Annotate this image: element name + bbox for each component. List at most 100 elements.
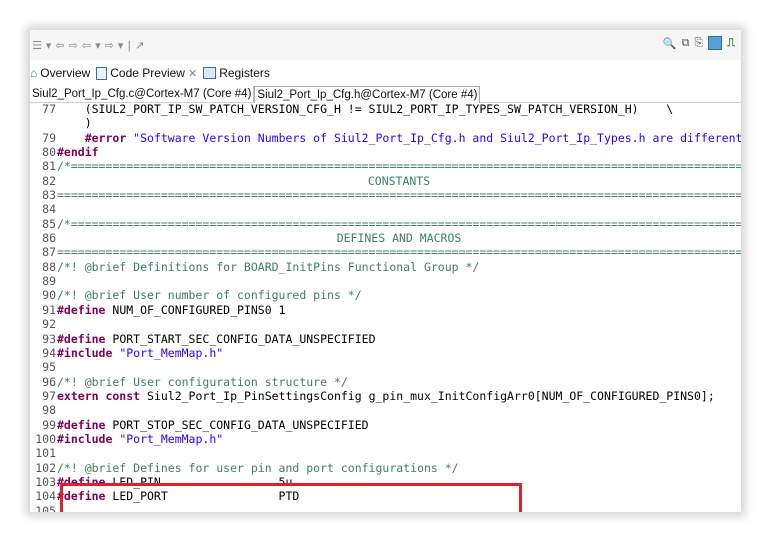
tab-overview[interactable]: ⌂ Overview bbox=[30, 66, 90, 80]
code-line: 88/*! @brief Definitions for BOARD_InitP… bbox=[30, 260, 741, 274]
code-line: 84 bbox=[30, 202, 741, 216]
line-number: 105 bbox=[35, 503, 56, 512]
close-icon[interactable]: ✕ bbox=[188, 67, 197, 80]
code-editor[interactable]: 77 (SIUL2_PORT_IP_SW_PATCH_VERSION_CFG_H… bbox=[30, 102, 741, 512]
toolbar-nav-icon[interactable]: ⇨ bbox=[69, 39, 78, 52]
highlight-box bbox=[60, 483, 522, 512]
file-tab-cfg-c[interactable]: Siul2_Port_Ip_Cfg.c@Cortex-M7 (Core #4) bbox=[30, 86, 255, 102]
toolbar-right-group: 🔍 ⧉ ⎘ ⎍ bbox=[663, 36, 735, 50]
code-keyword: #define bbox=[57, 417, 106, 432]
code-line: 79 #error "Software Version Numbers of S… bbox=[30, 131, 741, 145]
tab-overview-label: Overview bbox=[40, 66, 91, 80]
toolbar-nav-icon[interactable]: ▾ bbox=[46, 39, 52, 52]
code-line: 83 ======================================… bbox=[30, 188, 741, 202]
code-keyword: #define bbox=[57, 302, 106, 317]
view-tabs: ⌂ Overview Code Preview ✕ Registers bbox=[30, 64, 270, 82]
line-number: 87 bbox=[42, 245, 56, 260]
code-text: ) bbox=[57, 116, 741, 130]
code-line: 89 bbox=[30, 274, 741, 288]
line-number: 81 bbox=[42, 159, 56, 174]
code-line: 90/*! @brief User number of configured p… bbox=[30, 288, 741, 302]
line-number: 90 bbox=[42, 288, 56, 303]
grid-icon[interactable] bbox=[708, 36, 723, 50]
code-line: 85/*====================================… bbox=[30, 217, 741, 231]
code-line: 86 DEFINES AND MACROS bbox=[30, 231, 741, 245]
code-line: 96/*! @brief User configuration structur… bbox=[30, 375, 741, 389]
tab-code-preview-label: Code Preview bbox=[110, 66, 185, 80]
line-number bbox=[30, 116, 57, 130]
code-keyword: #endif bbox=[57, 145, 99, 160]
code-plain: PORT_START_SEC_CONFIG_DATA_UNSPECIFIED bbox=[105, 331, 376, 346]
code-line: 81/*====================================… bbox=[30, 159, 741, 173]
tab-registers[interactable]: Registers bbox=[203, 66, 270, 80]
code-line: 97 extern const Siul2_Port_Ip_PinSettings… bbox=[30, 389, 741, 403]
code-line: 100 #include "Port_MemMap.h" bbox=[30, 432, 741, 446]
code-text: ========================================… bbox=[57, 188, 741, 203]
line-number: 77 bbox=[42, 102, 56, 116]
code-line: 101 bbox=[30, 446, 741, 460]
code-line: 82 CONSTANTS bbox=[30, 174, 741, 188]
toolbar-nav-icon[interactable]: ⇨ bbox=[105, 39, 114, 52]
editor-toolbar: ☰ ▾ ⇦ ⇨ ⇦ ▾ ⇨ ▾ | ↗ 🔍 ⧉ ⎘ ⎍ bbox=[30, 30, 741, 60]
file-tab-cfg-h[interactable]: Siul2_Port_Ip_Cfg.h@Cortex-M7 (Core #4) bbox=[254, 86, 481, 103]
toolbar-nav-icon[interactable]: | bbox=[127, 39, 131, 52]
tab-code-preview[interactable]: Code Preview ✕ bbox=[96, 66, 197, 80]
line-number: 103 bbox=[35, 474, 56, 489]
code-text: (SIUL2_PORT_IP_SW_PATCH_VERSION_CFG_H !=… bbox=[57, 102, 741, 116]
line-number: 104 bbox=[35, 489, 56, 504]
code-text: #include "Port_MemMap.h" bbox=[57, 346, 741, 360]
toolbar-nav-icon[interactable]: ▾ bbox=[118, 39, 124, 52]
code-text: /*! @brief Defines for user pin and port… bbox=[57, 460, 459, 475]
code-keyword: #include bbox=[57, 345, 113, 360]
search-icon[interactable]: 🔍 bbox=[663, 37, 677, 50]
code-line: 91 #define NUM_OF_CONFIGURED_PINS0 1 bbox=[30, 303, 741, 317]
chip-icon[interactable]: ⎍ bbox=[727, 36, 735, 50]
code-keyword: #error bbox=[84, 130, 127, 145]
copy-icon[interactable]: ⧉ bbox=[682, 36, 690, 50]
pin-icon[interactable]: ⎘ bbox=[694, 36, 703, 50]
toolbar-nav-icon[interactable]: ↗ bbox=[135, 39, 144, 52]
code-text: #include "Port_MemMap.h" bbox=[57, 432, 741, 446]
code-text: ========================================… bbox=[57, 245, 741, 260]
code-line: ) bbox=[30, 116, 741, 130]
code-line: 93 #define PORT_START_SEC_CONFIG_DATA_UNS… bbox=[30, 332, 741, 346]
line-number: 82 bbox=[42, 173, 56, 188]
line-number: 99 bbox=[42, 417, 56, 432]
code-line: 87 ======================================… bbox=[30, 245, 741, 259]
code-line: 102/*! @brief Defines for user pin and p… bbox=[30, 461, 741, 475]
toolbar-nav-icon[interactable]: ☰ bbox=[32, 39, 42, 52]
code-text: #define NUM_OF_CONFIGURED_PINS0 1 bbox=[57, 303, 741, 317]
code-line: 98 bbox=[30, 403, 741, 417]
line-number: 80 bbox=[42, 145, 56, 160]
line-number: 85 bbox=[42, 216, 56, 231]
editor-window: ☰ ▾ ⇦ ⇨ ⇦ ▾ ⇨ ▾ | ↗ 🔍 ⧉ ⎘ ⎍ ⌂ Overview Code Previ… bbox=[30, 30, 741, 512]
tab-registers-label: Registers bbox=[219, 66, 270, 80]
code-text: /*! @brief Definitions for BOARD_InitPin… bbox=[57, 259, 480, 274]
toolbar-nav-icon[interactable]: ⇦ bbox=[82, 39, 91, 52]
code-line: 99 #define PORT_STOP_SEC_CONFIG_DATA_UNSP… bbox=[30, 418, 741, 432]
toolbar-nav-group: ☰ ▾ ⇦ ⇨ ⇦ ▾ ⇨ ▾ | ↗ bbox=[30, 39, 144, 52]
line-number: 101 bbox=[35, 446, 56, 461]
code-text: /*! @brief User number of configured pin… bbox=[57, 288, 362, 303]
code-keyword: #define bbox=[57, 331, 106, 346]
file-tabs: Siul2_Port_Ip_Cfg.c@Cortex-M7 (Core #4) … bbox=[30, 86, 741, 103]
code-plain: ) bbox=[57, 116, 92, 131]
line-number: 84 bbox=[42, 202, 56, 217]
toolbar-nav-icon[interactable]: ▾ bbox=[95, 39, 101, 52]
code-text: #endif bbox=[57, 145, 741, 159]
code-plain: (SIUL2_PORT_IP_SW_PATCH_VERSION_CFG_H !=… bbox=[57, 102, 674, 116]
code-line: 94 #include "Port_MemMap.h" bbox=[30, 346, 741, 360]
line-number: 88 bbox=[42, 259, 56, 274]
code-text: /*======================================… bbox=[57, 159, 741, 174]
toolbar-nav-icon[interactable]: ⇦ bbox=[55, 39, 64, 52]
code-string: "Port_MemMap.h" bbox=[112, 431, 224, 446]
code-line: 77 (SIUL2_PORT_IP_SW_PATCH_VERSION_CFG_H… bbox=[30, 102, 741, 116]
code-text: #define PORT_START_SEC_CONFIG_DATA_UNSPE… bbox=[57, 332, 741, 346]
